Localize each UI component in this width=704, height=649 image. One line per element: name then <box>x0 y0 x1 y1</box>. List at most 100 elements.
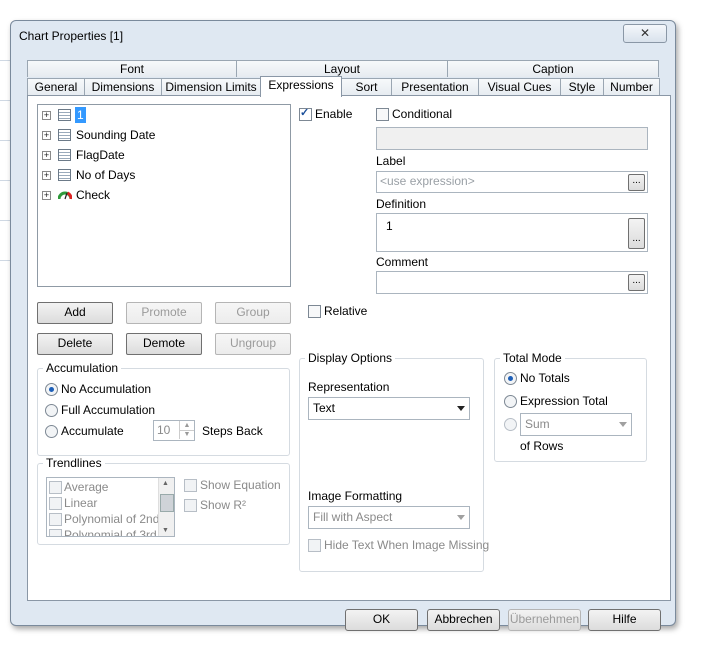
group-button[interactable]: Group <box>215 302 291 324</box>
background <box>0 0 704 20</box>
accumulate-radio[interactable] <box>45 425 58 438</box>
trendlines-scrollbar[interactable]: ▲ ▼ <box>158 478 174 536</box>
trendline-label: Average <box>64 480 109 494</box>
sum-select[interactable]: Sum <box>520 413 632 436</box>
definition-value: 1 <box>386 219 393 233</box>
close-icon: ✕ <box>639 26 651 40</box>
demote-button[interactable]: Demote <box>126 333 202 355</box>
trendline-checkbox[interactable] <box>49 497 62 510</box>
steps-back-spinner[interactable]: 10 ▲ ▼ <box>153 420 195 441</box>
relative-label: Relative <box>324 304 368 318</box>
spin-down-icon[interactable]: ▼ <box>179 430 194 439</box>
chart-properties-dialog: Chart Properties [1] ✕ Font Layout Capti… <box>10 20 676 631</box>
scroll-thumb[interactable] <box>160 494 174 512</box>
trendlines-group: Trendlines Average Linear Polynomial of … <box>37 456 290 545</box>
accumulation-group: Accumulation No Accumulation Full Accumu… <box>37 361 290 456</box>
chevron-down-icon <box>619 422 627 427</box>
enable-checkbox[interactable] <box>299 106 312 121</box>
trendline-checkbox[interactable] <box>49 481 62 494</box>
tree-item-label: Sounding Date <box>76 128 156 142</box>
tab-dimensions[interactable]: Dimensions <box>84 78 162 96</box>
ungroup-button[interactable]: Ungroup <box>215 333 291 355</box>
label-ellipsis-button[interactable]: ... <box>628 174 645 191</box>
enable-label: Enable <box>315 107 353 121</box>
expand-icon[interactable]: + <box>42 111 51 120</box>
relative-checkbox[interactable] <box>308 305 321 318</box>
add-button[interactable]: Add <box>37 302 113 324</box>
delete-button[interactable]: Delete <box>37 333 113 355</box>
dialog-footer: OK Abbrechen Übernehmen Hilfe <box>26 609 667 631</box>
comment-field[interactable]: ... <box>376 271 648 294</box>
apply-button[interactable]: Übernehmen <box>508 609 581 631</box>
dialog-title: Chart Properties [1] <box>19 29 124 43</box>
conditional-label: Conditional <box>392 107 453 121</box>
image-formatting-title: Image Formatting <box>308 489 403 503</box>
of-rows-label: of Rows <box>520 439 564 453</box>
label-field[interactable]: <use expression> ... <box>376 171 648 193</box>
sum-radio[interactable] <box>504 418 517 431</box>
trendlines-title: Trendlines <box>43 456 105 470</box>
cancel-button[interactable]: Abbrechen <box>427 609 500 631</box>
trendline-checkbox[interactable] <box>49 529 62 536</box>
chevron-down-icon <box>457 406 465 411</box>
expand-icon[interactable]: + <box>42 151 51 160</box>
dialog-client: Font Layout Caption General Dimensions D… <box>26 60 671 631</box>
tab-layout[interactable]: Layout <box>236 60 448 77</box>
help-button[interactable]: Hilfe <box>588 609 661 631</box>
definition-title: Definition <box>376 197 427 211</box>
show-r2-checkbox[interactable] <box>184 499 197 512</box>
close-button[interactable]: ✕ <box>623 24 667 43</box>
scroll-up-icon[interactable]: ▲ <box>162 480 169 487</box>
representation-select[interactable]: Text <box>308 397 470 420</box>
conditional-checkbox[interactable] <box>376 108 389 121</box>
no-accumulation-radio[interactable] <box>45 383 58 396</box>
expressions-panel: + 1 + Sounding Date + FlagDate + No of D… <box>27 95 671 601</box>
definition-ellipsis-button[interactable]: ... <box>628 218 645 249</box>
table-icon <box>58 109 71 121</box>
show-equation-checkbox[interactable] <box>184 479 197 492</box>
steps-back-label: Steps Back <box>202 424 263 438</box>
comment-ellipsis-button[interactable]: ... <box>628 274 645 291</box>
tab-dimension-limits[interactable]: Dimension Limits <box>161 78 261 96</box>
tab-number[interactable]: Number <box>603 78 660 96</box>
expression-tree[interactable]: + 1 + Sounding Date + FlagDate + No of D… <box>37 104 291 287</box>
expand-icon[interactable]: + <box>42 171 51 180</box>
conditional-field[interactable] <box>376 127 648 150</box>
full-accumulation-label: Full Accumulation <box>61 403 156 417</box>
expression-total-label: Expression Total <box>520 394 608 408</box>
total-mode-group: Total Mode No Totals Expression Total Su… <box>494 351 647 462</box>
tab-font[interactable]: Font <box>27 60 237 77</box>
trendlines-list[interactable]: Average Linear Polynomial of 2nd d Polyn… <box>46 477 175 537</box>
table-icon <box>58 149 71 161</box>
hide-text-checkbox[interactable] <box>308 539 321 552</box>
tab-style[interactable]: Style <box>560 78 604 96</box>
scroll-down-icon[interactable]: ▼ <box>162 527 169 534</box>
full-accumulation-radio[interactable] <box>45 404 58 417</box>
promote-button[interactable]: Promote <box>126 302 202 324</box>
display-options-title: Display Options <box>305 351 396 365</box>
image-formatting-select[interactable]: Fill with Aspect <box>308 506 470 529</box>
ok-button[interactable]: OK <box>345 609 418 631</box>
comment-title: Comment <box>376 255 429 269</box>
no-totals-radio[interactable] <box>504 372 517 385</box>
tab-general[interactable]: General <box>27 78 85 96</box>
hide-text-label: Hide Text When Image Missing <box>324 538 490 552</box>
trendline-label: Polynomial of 3rd d <box>64 528 167 537</box>
show-r2-label: Show R² <box>200 498 247 512</box>
trendline-label: Linear <box>64 496 98 510</box>
expand-icon[interactable]: + <box>42 131 51 140</box>
label-title: Label <box>376 154 406 168</box>
no-totals-label: No Totals <box>520 371 570 385</box>
tab-visual-cues[interactable]: Visual Cues <box>478 78 561 96</box>
tab-presentation[interactable]: Presentation <box>391 78 479 96</box>
trendline-checkbox[interactable] <box>49 513 62 526</box>
total-mode-title: Total Mode <box>500 351 565 365</box>
accumulation-title: Accumulation <box>43 361 122 375</box>
tab-sort[interactable]: Sort <box>341 78 392 96</box>
expand-icon[interactable]: + <box>42 191 51 200</box>
tab-expressions[interactable]: Expressions <box>260 76 342 97</box>
tree-item-label: FlagDate <box>76 148 125 162</box>
expression-total-radio[interactable] <box>504 395 517 408</box>
tab-caption[interactable]: Caption <box>447 60 659 77</box>
definition-field[interactable]: 1 ... <box>376 213 648 252</box>
